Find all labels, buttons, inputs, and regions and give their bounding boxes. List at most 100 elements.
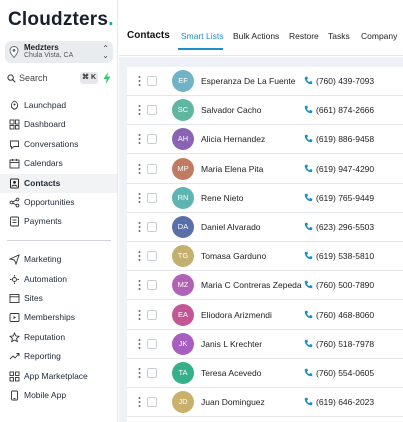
table-row[interactable]: AH Alicia Hernandez (619) 886-9458 (127, 125, 403, 155)
sidebar-item-contacts[interactable]: Contacts (0, 174, 117, 193)
drag-handle-icon[interactable] (138, 221, 141, 233)
lightning-icon[interactable] (103, 72, 111, 84)
table-row[interactable]: JD Juan Dominguez (619) 646-2023 (127, 388, 403, 418)
table-row[interactable]: EA Eliodora Arizmendi (760) 468-8060 (127, 301, 403, 330)
table-row[interactable]: MP Maria Elena Pita (619) 947-4290 (127, 155, 403, 184)
drag-handle-icon[interactable] (138, 133, 141, 145)
phone-icon[interactable] (304, 76, 313, 85)
avatar[interactable]: EA (172, 303, 194, 326)
avatar[interactable]: MZ (172, 274, 194, 297)
contact-name[interactable]: Juan Dominguez (201, 397, 265, 407)
contact-name[interactable]: Maria Elena Pita (201, 164, 263, 174)
contact-phone[interactable]: (760) 554-0605 (316, 368, 374, 378)
sidebar-item-mobile-app[interactable]: Mobile App (0, 386, 117, 405)
row-checkbox[interactable] (147, 163, 157, 174)
contact-phone[interactable]: (619) 646-2023 (316, 397, 374, 407)
contact-phone[interactable]: (619) 538-5810 (316, 251, 374, 261)
avatar[interactable]: JK (172, 332, 194, 355)
drag-handle-icon[interactable] (138, 163, 141, 175)
drag-handle-icon[interactable] (138, 250, 141, 262)
phone-icon[interactable] (304, 339, 313, 348)
sidebar-item-conversations[interactable]: Conversations (0, 135, 117, 154)
table-row[interactable]: SC Salvador Cacho (661) 874-2666 (127, 96, 403, 126)
contact-name[interactable]: Esperanza De La Fuente (201, 76, 296, 86)
contact-name[interactable]: Maria C Contreras Zepeda (201, 280, 302, 290)
sidebar-item-payments[interactable]: Payments (0, 212, 117, 231)
phone-icon[interactable] (304, 134, 313, 143)
avatar[interactable]: TA (172, 362, 194, 384)
brand-logo[interactable]: Cloudzters. (8, 9, 114, 31)
row-checkbox[interactable] (147, 251, 157, 262)
contact-name[interactable]: Tomasa Garduno (201, 251, 266, 261)
table-row[interactable]: EF Esperanza De La Fuente (760) 439-7093 (127, 67, 403, 96)
sidebar-item-app-marketplace[interactable]: App Marketplace (0, 367, 117, 386)
table-row[interactable]: JK Janis L Krechter (760) 518-7978 (127, 330, 403, 359)
contact-name[interactable]: Eliodora Arizmendi (201, 310, 272, 320)
phone-icon[interactable] (304, 193, 313, 202)
tab-smart-lists[interactable]: Smart Lists (181, 31, 224, 41)
drag-handle-icon[interactable] (138, 367, 141, 379)
contact-name[interactable]: Janis L Krechter (201, 339, 262, 349)
avatar[interactable]: AH (172, 128, 194, 151)
avatar[interactable]: TG (172, 245, 194, 268)
sidebar-item-opportunities[interactable]: Opportunities (0, 193, 117, 212)
row-checkbox[interactable] (147, 368, 157, 378)
phone-icon[interactable] (304, 310, 313, 319)
table-row[interactable]: RN Rene Nieto (619) 765-9449 (127, 184, 403, 213)
phone-icon[interactable] (304, 164, 313, 173)
drag-handle-icon[interactable] (138, 309, 141, 321)
avatar[interactable]: JD (172, 391, 194, 414)
tab-company[interactable]: Company (361, 31, 397, 41)
contact-phone[interactable]: (760) 468-8060 (316, 310, 374, 320)
contact-phone[interactable]: (760) 500-7890 (316, 280, 374, 290)
drag-handle-icon[interactable] (138, 104, 141, 116)
row-checkbox[interactable] (147, 280, 157, 291)
tab-bulk-actions[interactable]: Bulk Actions (233, 31, 279, 41)
account-switcher[interactable]: Medzters Chula Vista, CA ⌃ ⌄ (5, 41, 113, 63)
phone-icon[interactable] (304, 251, 313, 260)
contact-name[interactable]: Salvador Cacho (201, 105, 261, 115)
avatar[interactable]: MP (172, 157, 194, 180)
drag-handle-icon[interactable] (138, 279, 141, 291)
sidebar-search[interactable]: Search (5, 71, 85, 86)
sidebar-item-launchpad[interactable]: Launchpad (0, 96, 117, 115)
drag-handle-icon[interactable] (138, 75, 141, 87)
row-checkbox[interactable] (147, 222, 157, 232)
drag-handle-icon[interactable] (138, 192, 141, 204)
contact-phone[interactable]: (760) 439-7093 (316, 76, 374, 86)
contact-name[interactable]: Daniel Alvarado (201, 222, 261, 232)
contact-phone[interactable]: (623) 296-5503 (316, 222, 374, 232)
drag-handle-icon[interactable] (138, 396, 141, 408)
table-row[interactable]: TG Tomasa Garduno (619) 538-5810 (127, 242, 403, 272)
table-row[interactable]: TA Teresa Acevedo (760) 554-0605 (127, 359, 403, 388)
row-checkbox[interactable] (147, 76, 157, 86)
contact-phone[interactable]: (760) 518-7978 (316, 339, 374, 349)
row-checkbox[interactable] (147, 105, 157, 116)
avatar[interactable]: SC (172, 99, 194, 122)
sidebar-item-calendars[interactable]: Calendars (0, 154, 117, 173)
contact-name[interactable]: Rene Nieto (201, 193, 244, 203)
phone-icon[interactable] (304, 368, 313, 377)
tab-tasks[interactable]: Tasks (328, 31, 350, 41)
phone-icon[interactable] (304, 105, 313, 114)
row-checkbox[interactable] (147, 338, 157, 349)
sidebar-item-marketing[interactable]: Marketing (0, 250, 117, 269)
phone-icon[interactable] (304, 222, 313, 231)
row-checkbox[interactable] (147, 309, 157, 320)
contact-name[interactable]: Teresa Acevedo (201, 368, 261, 378)
avatar[interactable]: EF (172, 70, 194, 92)
table-row[interactable]: DA Daniel Alvarado (623) 296-5503 (127, 213, 403, 242)
table-row[interactable]: MZ Maria C Contreras Zepeda (760) 500-7890 (127, 271, 403, 301)
sidebar-item-reputation[interactable]: Reputation (0, 328, 117, 347)
contact-phone[interactable]: (661) 874-2666 (316, 105, 374, 115)
sidebar-item-sites[interactable]: Sites (0, 289, 117, 308)
contact-name[interactable]: Alicia Hernandez (201, 134, 265, 144)
sidebar-item-dashboard[interactable]: Dashboard (0, 115, 117, 134)
sidebar-item-reporting[interactable]: Reporting (0, 347, 117, 366)
phone-icon[interactable] (304, 280, 313, 289)
row-checkbox[interactable] (147, 192, 157, 203)
drag-handle-icon[interactable] (138, 338, 141, 350)
row-checkbox[interactable] (147, 397, 157, 408)
contact-phone[interactable]: (619) 765-9449 (316, 193, 374, 203)
contact-phone[interactable]: (619) 947-4290 (316, 164, 374, 174)
